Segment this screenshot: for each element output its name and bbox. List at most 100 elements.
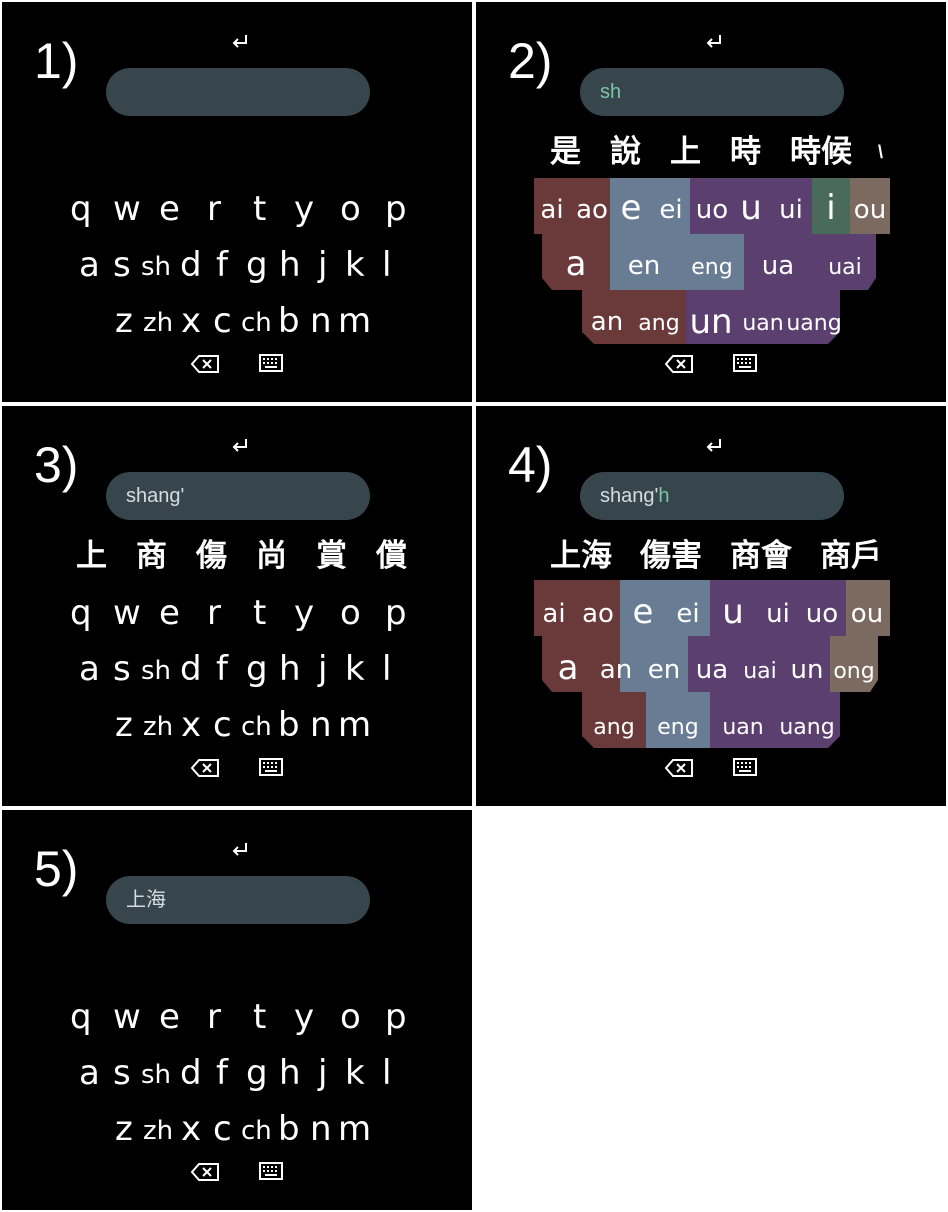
key-f[interactable]: f (216, 1056, 228, 1090)
key-zh[interactable]: zh (143, 310, 173, 336)
vowel-key-ang[interactable]: ang (638, 313, 679, 335)
key-c[interactable]: c (213, 708, 232, 742)
vowel-key-eng[interactable]: eng (691, 257, 732, 279)
key-zh[interactable]: zh (143, 1118, 173, 1144)
key-w[interactable]: w (113, 596, 141, 630)
vowel-key-uang[interactable]: uang (779, 717, 834, 739)
return-arrow-icon[interactable] (229, 840, 251, 862)
key-w[interactable]: w (113, 1000, 141, 1034)
key-g[interactable]: g (246, 652, 268, 686)
key-g[interactable]: g (246, 1056, 268, 1090)
vowel-key-ui[interactable]: ui (779, 197, 803, 223)
keyboard-icon[interactable] (259, 354, 283, 372)
vowel-key-un[interactable]: un (689, 305, 732, 339)
key-j[interactable]: j (318, 1056, 327, 1090)
key-sh[interactable]: sh (141, 254, 171, 280)
vowel-key-a[interactable]: a (566, 247, 587, 281)
text-input-field[interactable]: shang' (106, 472, 370, 520)
key-x[interactable]: x (181, 1112, 201, 1146)
key-p[interactable]: p (385, 596, 407, 630)
key-ch[interactable]: ch (241, 310, 272, 336)
vowel-key-uai[interactable]: uai (743, 661, 777, 683)
key-s[interactable]: s (113, 248, 131, 282)
vowel-key-a[interactable]: a (558, 651, 579, 685)
key-o[interactable]: o (340, 596, 361, 630)
key-j[interactable]: j (318, 248, 327, 282)
key-l[interactable]: l (382, 652, 391, 686)
key-sh[interactable]: sh (141, 658, 171, 684)
key-l[interactable]: l (382, 1056, 391, 1090)
candidate[interactable]: 商 (136, 536, 167, 576)
vowel-key-ou[interactable]: ou (854, 197, 886, 223)
key-x[interactable]: x (181, 304, 201, 338)
key-d[interactable]: d (180, 652, 202, 686)
key-a[interactable]: a (79, 248, 100, 282)
vowel-key-ei[interactable]: ei (676, 601, 699, 627)
key-g[interactable]: g (246, 248, 268, 282)
vowel-key-ao[interactable]: ao (576, 197, 608, 223)
return-arrow-icon[interactable] (229, 436, 251, 458)
key-r[interactable]: r (207, 1000, 221, 1034)
candidate[interactable]: 傷 (196, 536, 227, 576)
vowel-key-i[interactable]: i (826, 191, 835, 225)
vowel-key-an[interactable]: an (591, 309, 623, 335)
key-y[interactable]: y (294, 596, 314, 630)
vowel-key-uai[interactable]: uai (828, 257, 862, 279)
key-q[interactable]: q (70, 192, 92, 226)
key-s[interactable]: s (113, 1056, 131, 1090)
key-r[interactable]: r (207, 596, 221, 630)
vowel-key-ai[interactable]: ai (542, 601, 565, 627)
vowel-key-en[interactable]: en (628, 253, 660, 279)
key-ch[interactable]: ch (241, 714, 272, 740)
vowel-key-ai[interactable]: ai (540, 197, 563, 223)
key-h[interactable]: h (279, 652, 301, 686)
key-h[interactable]: h (279, 1056, 301, 1090)
key-t[interactable]: t (253, 596, 266, 630)
candidate[interactable]: 上 (76, 536, 107, 576)
vowel-key-ua[interactable]: ua (762, 253, 794, 279)
key-l[interactable]: l (382, 248, 391, 282)
key-z[interactable]: z (115, 1112, 133, 1146)
vowel-key-e[interactable]: e (633, 595, 654, 629)
key-n[interactable]: n (310, 1112, 332, 1146)
key-z[interactable]: z (115, 708, 133, 742)
key-k[interactable]: k (345, 1056, 365, 1090)
candidate[interactable]: 賞 (316, 536, 347, 576)
key-o[interactable]: o (340, 1000, 361, 1034)
return-arrow-icon[interactable] (229, 32, 251, 54)
key-w[interactable]: w (113, 192, 141, 226)
backspace-icon[interactable] (190, 354, 220, 374)
key-a[interactable]: a (79, 652, 100, 686)
key-t[interactable]: t (253, 1000, 266, 1034)
key-e[interactable]: e (159, 1000, 180, 1034)
vowel-key-ong[interactable]: ong (833, 661, 874, 683)
key-b[interactable]: b (278, 708, 300, 742)
vowel-key-u[interactable]: u (722, 595, 744, 629)
key-h[interactable]: h (279, 248, 301, 282)
key-d[interactable]: d (180, 1056, 202, 1090)
text-input-field[interactable]: 上海 (106, 876, 370, 924)
vowel-key-uan[interactable]: uan (742, 313, 783, 335)
vowel-key-uang[interactable]: uang (786, 313, 841, 335)
key-c[interactable]: c (213, 304, 232, 338)
vowel-key-u[interactable]: u (740, 191, 762, 225)
vowel-key-ang[interactable]: ang (593, 717, 634, 739)
key-z[interactable]: z (115, 304, 133, 338)
vowel-key-ao[interactable]: ao (582, 601, 614, 627)
vowel-key-un[interactable]: un (791, 657, 824, 683)
key-k[interactable]: k (345, 248, 365, 282)
key-e[interactable]: e (159, 192, 180, 226)
vowel-key-uan[interactable]: uan (722, 717, 763, 739)
backspace-icon[interactable] (190, 1162, 220, 1182)
key-e[interactable]: e (159, 596, 180, 630)
keyboard-icon[interactable] (733, 354, 757, 372)
candidate[interactable]: 償 (376, 536, 407, 576)
key-q[interactable]: q (70, 1000, 92, 1034)
vowel-key-ou[interactable]: ou (851, 601, 883, 627)
key-q[interactable]: q (70, 596, 92, 630)
key-f[interactable]: f (216, 248, 228, 282)
vowel-key-eng[interactable]: eng (657, 717, 698, 739)
candidate[interactable]: 尚 (256, 536, 287, 576)
vowel-key-uo[interactable]: uo (806, 601, 838, 627)
key-j[interactable]: j (318, 652, 327, 686)
